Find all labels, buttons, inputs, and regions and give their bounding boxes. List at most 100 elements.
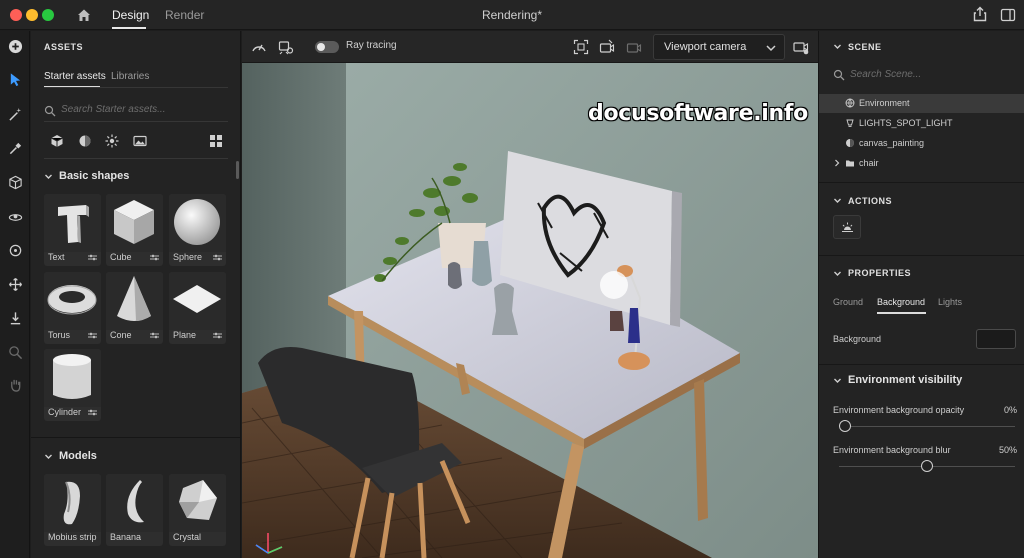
zoom-tool[interactable] <box>5 342 25 362</box>
object-tool[interactable] <box>5 172 25 192</box>
scene-header[interactable]: SCENE <box>848 42 882 52</box>
scene-item-environment[interactable]: Environment <box>819 94 1024 113</box>
environment-visibility-header[interactable]: Environment visibility <box>848 374 962 386</box>
asset-tile-cylinder[interactable]: Cylinder <box>44 349 101 421</box>
assets-search-input[interactable]: Search Starter assets... <box>61 104 166 115</box>
drop-down-icon <box>10 311 20 324</box>
watermark-text: docusoftware.info <box>588 101 808 126</box>
chevron-down-icon[interactable] <box>44 172 53 181</box>
materials-filter-icon[interactable] <box>78 134 92 148</box>
models-filter-icon[interactable] <box>50 134 64 148</box>
home-icon[interactable] <box>76 7 92 23</box>
panel-toggle-icon[interactable] <box>1000 7 1016 23</box>
settings-sliders-icon[interactable] <box>213 254 222 261</box>
window-minimize-button[interactable] <box>26 9 38 21</box>
asset-tile-torus[interactable]: Torus <box>44 272 101 344</box>
add-circle-icon <box>8 39 22 53</box>
hand-icon <box>10 379 20 392</box>
asset-tile-plane[interactable]: Plane <box>169 272 226 344</box>
sphere-shape-thumbnail <box>169 194 226 252</box>
settings-sliders-icon[interactable] <box>150 254 159 261</box>
add-tool[interactable] <box>5 36 25 56</box>
properties-header[interactable]: PROPERTIES <box>848 268 911 278</box>
ray-tracing-label: Ray tracing <box>346 40 397 51</box>
bg-blur-slider-thumb[interactable] <box>921 460 933 472</box>
settings-sliders-icon[interactable] <box>88 254 97 261</box>
performance-gauge-icon[interactable] <box>251 39 267 55</box>
models-header[interactable]: Models <box>59 450 97 462</box>
render-settings-icon[interactable] <box>278 39 294 55</box>
camera-orbit-tool[interactable] <box>5 206 25 226</box>
bg-opacity-slider-thumb[interactable] <box>839 420 851 432</box>
asset-label: Cube <box>110 252 132 262</box>
environment-action-button[interactable] <box>833 215 861 239</box>
tab-background[interactable]: Background <box>877 297 925 307</box>
mobius-strip-thumbnail <box>44 474 101 532</box>
chevron-down-icon[interactable] <box>833 42 842 51</box>
ray-tracing-toggle[interactable] <box>315 41 339 53</box>
select-tool[interactable] <box>5 69 25 89</box>
tab-libraries[interactable]: Libraries <box>111 71 149 82</box>
asset-tile-cube[interactable]: Cube <box>106 194 163 266</box>
window-close-button[interactable] <box>10 9 22 21</box>
tab-starter-assets[interactable]: Starter assets <box>44 71 106 82</box>
background-color-swatch[interactable] <box>976 329 1016 349</box>
basic-shapes-header[interactable]: Basic shapes <box>59 170 129 182</box>
camera-select[interactable]: Viewport camera <box>653 34 785 60</box>
bg-opacity-slider-track[interactable] <box>839 426 1015 427</box>
chevron-down-icon[interactable] <box>44 452 53 461</box>
cone-shape-thumbnail <box>106 272 163 330</box>
asset-tile-sphere[interactable]: Sphere <box>169 194 226 266</box>
pan-tool[interactable] <box>5 374 25 394</box>
share-icon[interactable] <box>972 6 988 22</box>
3d-viewport[interactable]: docusoftware.info <box>242 63 818 558</box>
settings-sliders-icon[interactable] <box>88 409 97 416</box>
rotate-icon <box>9 244 21 256</box>
magic-select-tool[interactable] <box>5 104 25 124</box>
scene-item-spot-light[interactable]: LIGHTS_SPOT_LIGHT <box>819 114 1024 133</box>
asset-tile-text[interactable]: Text <box>44 194 101 266</box>
actions-header[interactable]: ACTIONS <box>848 196 892 206</box>
tab-render[interactable]: Render <box>165 8 204 22</box>
assets-scrollbar[interactable] <box>236 161 239 179</box>
chevron-down-icon[interactable] <box>833 376 842 385</box>
asset-tile-cone[interactable]: Cone <box>106 272 163 344</box>
settings-sliders-icon[interactable] <box>150 332 159 339</box>
tab-ground[interactable]: Ground <box>833 297 863 307</box>
bg-blur-value: 50% <box>998 445 1017 455</box>
images-filter-icon[interactable] <box>133 134 147 148</box>
chevron-right-icon[interactable] <box>833 159 841 167</box>
tab-design[interactable]: Design <box>112 8 149 22</box>
drop-to-ground-tool[interactable] <box>5 308 25 328</box>
settings-sliders-icon[interactable] <box>88 332 97 339</box>
cylinder-shape-thumbnail <box>44 349 101 407</box>
chevron-down-icon[interactable] <box>833 196 842 205</box>
search-underline <box>44 121 228 122</box>
search-icon <box>44 105 56 117</box>
scene-item-label: Environment <box>859 98 910 108</box>
scene-item-canvas-painting[interactable]: canvas_painting <box>819 134 1024 153</box>
asset-tile-crystal[interactable]: Crystal <box>169 474 226 546</box>
camera-settings-icon[interactable] <box>793 39 809 55</box>
tab-lights[interactable]: Lights <box>938 297 962 307</box>
asset-tile-banana[interactable]: Banana <box>106 474 163 546</box>
rotate-tool[interactable] <box>5 240 25 260</box>
asset-label: Plane <box>173 330 197 340</box>
chevron-down-icon[interactable] <box>833 269 842 278</box>
actions-divider <box>819 255 1024 256</box>
grid-view-icon[interactable] <box>209 134 223 148</box>
frame-selection-icon[interactable] <box>573 39 589 55</box>
asset-tile-mobius-strip[interactable]: Mobius strip <box>44 474 101 546</box>
lights-filter-icon[interactable] <box>105 134 119 148</box>
camera-bookmark-icon[interactable] <box>599 39 615 55</box>
camera-disabled-icon[interactable] <box>626 39 642 55</box>
move-tool[interactable] <box>5 274 25 294</box>
asset-label: Crystal <box>173 532 202 542</box>
scene-item-chair[interactable]: chair <box>819 154 1024 173</box>
settings-sliders-icon[interactable] <box>213 332 222 339</box>
eyedropper-tool[interactable] <box>5 138 25 158</box>
window-zoom-button[interactable] <box>42 9 54 21</box>
background-tab-underline <box>877 312 926 314</box>
scene-search-input[interactable]: Search Scene... <box>850 69 921 80</box>
text-shape-thumbnail <box>44 194 101 252</box>
